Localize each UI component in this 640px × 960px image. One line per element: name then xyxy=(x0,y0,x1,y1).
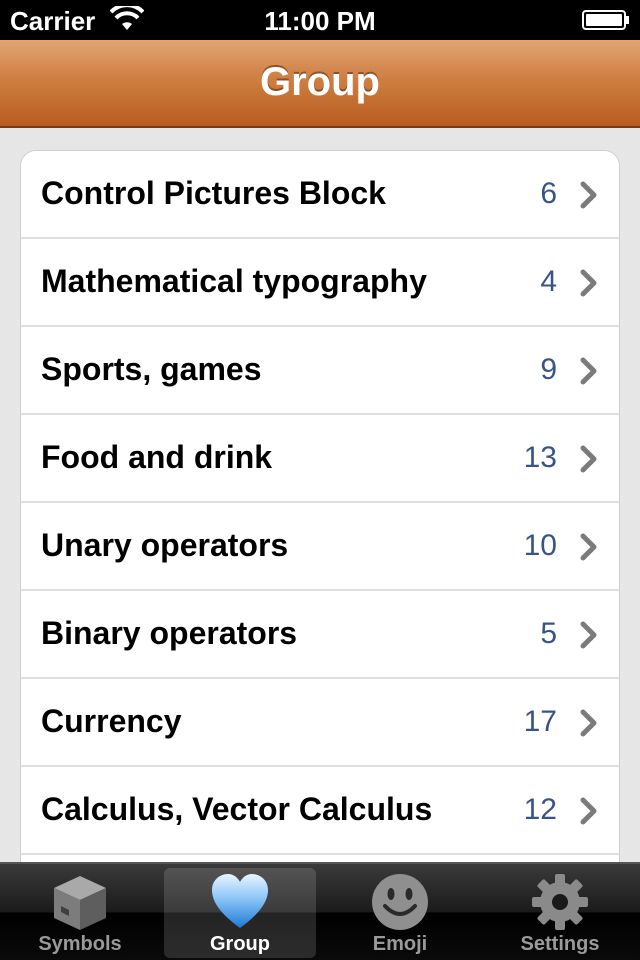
group-list: Control Pictures Block 6 Mathematical ty… xyxy=(20,150,620,944)
list-item[interactable]: Unary operators 10 xyxy=(21,503,619,591)
chevron-right-icon xyxy=(580,533,597,561)
chevron-right-icon xyxy=(580,709,597,737)
list-item[interactable]: Control Pictures Block 6 xyxy=(21,151,619,239)
page-title: Group xyxy=(260,60,380,104)
list-item[interactable]: Food and drink 13 xyxy=(21,415,619,503)
list-item-label: Food and drink xyxy=(41,439,273,475)
wifi-icon xyxy=(110,6,144,30)
status-bar: Carrier 11:00 PM xyxy=(0,0,640,40)
tab-settings[interactable]: Settings xyxy=(484,868,636,958)
list-item-count: 12 xyxy=(523,793,557,826)
list-item-count: 6 xyxy=(540,177,557,210)
list-item[interactable]: Sports, games 9 xyxy=(21,327,619,415)
list-item-label: Unary operators xyxy=(41,527,289,563)
tab-emoji[interactable]: Emoji xyxy=(324,868,476,958)
box-icon xyxy=(54,876,106,930)
tab-group[interactable]: Group xyxy=(164,868,316,958)
tab-symbols[interactable]: Symbols xyxy=(4,868,156,958)
chevron-right-icon xyxy=(580,357,597,385)
tab-label: Symbols xyxy=(38,933,122,955)
tab-label: Emoji xyxy=(372,933,428,955)
list-item-count: 9 xyxy=(540,353,557,386)
tab-label: Group xyxy=(210,933,270,955)
list-item-label: Calculus, Vector Calculus xyxy=(41,791,433,827)
chevron-right-icon xyxy=(580,445,597,473)
tab-bar: Symbols Group Emoji Settings xyxy=(0,862,640,960)
list-item[interactable]: Calculus, Vector Calculus 12 xyxy=(21,767,619,855)
clock-label: 11:00 PM xyxy=(264,6,376,36)
list-item-count: 17 xyxy=(523,705,557,738)
list-item[interactable]: Currency 17 xyxy=(21,679,619,767)
list-item-label: Sports, games xyxy=(41,351,262,387)
chevron-right-icon xyxy=(580,621,597,649)
battery-icon xyxy=(582,10,629,30)
smiley-icon xyxy=(372,874,428,930)
list-item-label: Currency xyxy=(41,703,182,739)
list-item[interactable]: Mathematical typography 4 xyxy=(21,239,619,327)
heart-icon xyxy=(212,874,268,928)
list-item-count: 4 xyxy=(540,265,557,298)
list-item-count: 13 xyxy=(523,441,557,474)
chevron-right-icon xyxy=(580,797,597,825)
list-item-count: 5 xyxy=(540,617,557,650)
navigation-bar: Group xyxy=(0,40,640,128)
list-item[interactable]: Binary operators 5 xyxy=(21,591,619,679)
tab-label: Settings xyxy=(520,933,600,955)
list-item-count: 10 xyxy=(523,529,557,562)
carrier-label: Carrier xyxy=(10,6,96,36)
chevron-right-icon xyxy=(580,269,597,297)
chevron-right-icon xyxy=(580,181,597,209)
list-item-label: Mathematical typography xyxy=(41,263,427,299)
list-item-label: Control Pictures Block xyxy=(41,175,386,211)
list-item-label: Binary operators xyxy=(41,615,298,651)
gear-icon xyxy=(532,874,588,930)
